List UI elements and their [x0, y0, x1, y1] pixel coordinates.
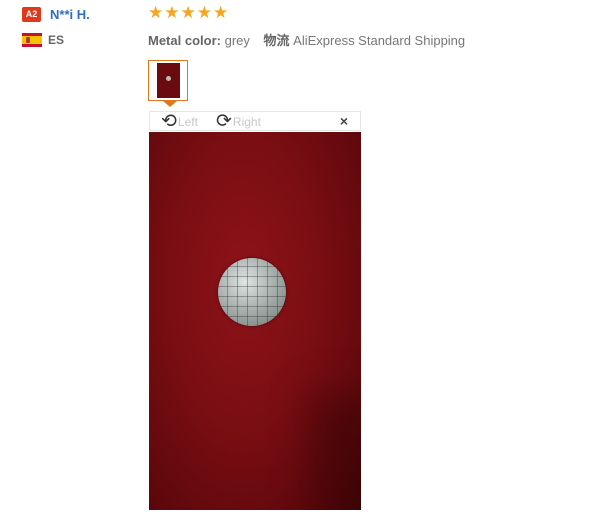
reviewer-country: ES [48, 33, 65, 47]
rotate-right-icon: ⟳ [216, 111, 232, 132]
rotate-right-button[interactable]: ⟳ Right [216, 111, 261, 132]
shipping-value: AliExpress Standard Shipping [293, 33, 466, 48]
rotate-left-button[interactable]: ⟲ Left [161, 111, 198, 132]
star-icon: ★ [213, 3, 229, 22]
thumbnail-image [157, 63, 180, 98]
photo-viewer-toolbar: ⟲ Left ⟳ Right × [149, 111, 361, 131]
reviewer-name-row: A2 N**i H. [22, 4, 142, 24]
star-icon: ★ [196, 3, 212, 22]
attribute-value: grey [224, 33, 250, 48]
rotate-left-label: Left [177, 115, 198, 129]
spain-flag-icon [22, 33, 42, 47]
review-photo-large [149, 132, 361, 510]
review-meta-line: Metal color: grey 物流 AliExpress Standard… [148, 30, 588, 49]
reviewer-info: A2 N**i H. ES [22, 4, 142, 56]
attribute-label: Metal color: [148, 33, 221, 48]
star-icon: ★ [164, 3, 180, 22]
review-content: ★ ★ ★ ★ ★ Metal color: grey 物流 AliExpress St… [148, 4, 588, 49]
star-icon: ★ [180, 3, 196, 22]
close-icon[interactable]: × [340, 113, 348, 129]
shipping-label: 物流 [263, 33, 290, 48]
photo-mosaic-badge [218, 258, 286, 326]
reviewer-country-row: ES [22, 30, 142, 50]
rotate-right-label: Right [232, 115, 261, 129]
photo-shadow [309, 392, 361, 510]
star-rating: ★ ★ ★ ★ ★ [148, 4, 588, 22]
reviewer-name[interactable]: N**i H. [50, 7, 90, 22]
thumbnail-badge-dot [166, 76, 171, 81]
buyer-level-badge: A2 [22, 6, 41, 22]
rotate-left-icon: ⟲ [161, 111, 177, 132]
review-photo-thumbnail[interactable] [148, 60, 188, 101]
thumbnail-selected-arrow [163, 101, 177, 107]
star-icon: ★ [148, 3, 164, 22]
